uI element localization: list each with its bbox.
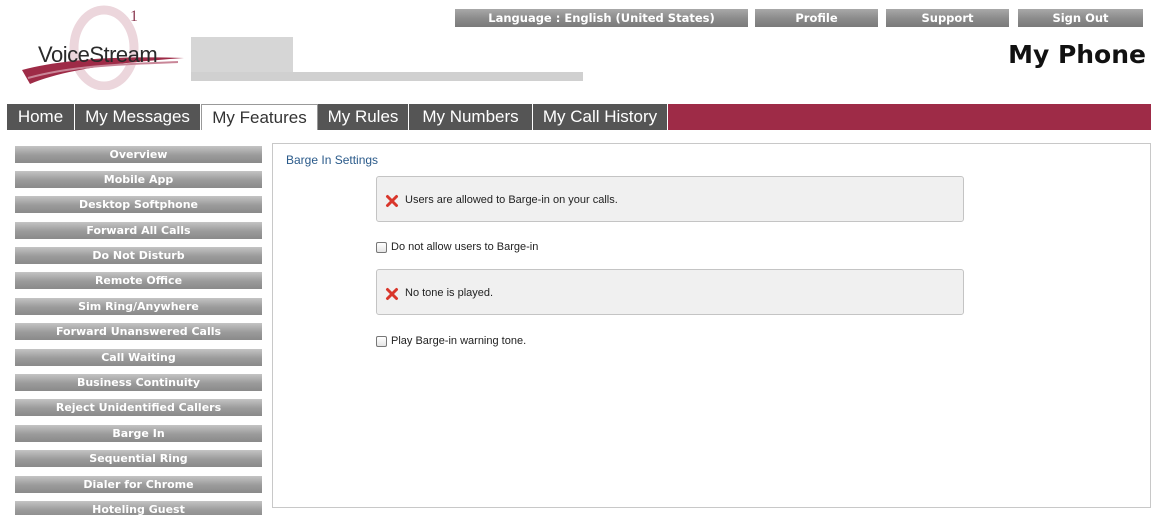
tone-checkbox-label: Play Barge-in warning tone. — [391, 335, 527, 347]
tone-status-text: No tone is played. — [405, 287, 494, 299]
sidebar-item-sequential-ring[interactable]: Sequential Ring — [15, 450, 262, 467]
barge-checkbox-label: Do not allow users to Barge-in — [391, 241, 539, 253]
sidebar-item-call-waiting[interactable]: Call Waiting — [15, 349, 262, 366]
tone-status-box: No tone is played. — [376, 269, 964, 315]
tone-checkbox[interactable] — [376, 336, 387, 347]
logo-superscript: 1 — [130, 8, 138, 25]
barge-status-box: Users are allowed to Barge-in on your ca… — [376, 176, 964, 222]
tab-my-call-history[interactable]: My Call History — [533, 104, 668, 130]
barge-checkbox[interactable] — [376, 242, 387, 253]
sidebar-item-barge-in[interactable]: Barge In — [15, 425, 262, 442]
tab-my-numbers[interactable]: My Numbers — [409, 104, 533, 130]
sidebar-item-dialer-for-chrome[interactable]: Dialer for Chrome — [15, 476, 262, 493]
barge-in-panel: Barge In Settings Users are allowed to B… — [272, 143, 1151, 508]
logo-text: VoiceStream — [38, 42, 158, 67]
tab-my-rules[interactable]: My Rules — [318, 104, 409, 130]
sidebar-item-mobile-app[interactable]: Mobile App — [15, 171, 262, 188]
tab-home[interactable]: Home — [7, 104, 75, 130]
sign-out-button[interactable]: Sign Out — [1018, 9, 1143, 27]
sidebar-item-hoteling-guest[interactable]: Hoteling Guest — [15, 501, 262, 515]
sidebar-item-do-not-disturb[interactable]: Do Not Disturb — [15, 247, 262, 264]
sidebar-item-business-continuity[interactable]: Business Continuity — [15, 374, 262, 391]
sidebar-item-overview[interactable]: Overview — [15, 146, 262, 163]
tab-my-features[interactable]: My Features — [201, 104, 318, 130]
page-title: My Phone — [1008, 40, 1146, 69]
sidebar-item-remote-office[interactable]: Remote Office — [15, 272, 262, 289]
profile-button[interactable]: Profile — [755, 9, 878, 27]
barge-status-text: Users are allowed to Barge-in on your ca… — [405, 194, 618, 206]
panel-title: Barge In Settings — [286, 153, 379, 167]
support-button[interactable]: Support — [886, 9, 1009, 27]
sidebar-item-forward-all-calls[interactable]: Forward All Calls — [15, 222, 262, 239]
x-mark-icon — [386, 288, 398, 300]
logo: 1 VoiceStream — [18, 4, 188, 90]
sidebar-item-forward-unanswered[interactable]: Forward Unanswered Calls — [15, 323, 262, 340]
x-mark-icon — [386, 195, 398, 207]
redacted-account-detail — [191, 72, 583, 81]
sidebar-item-reject-unidentified[interactable]: Reject Unidentified Callers — [15, 399, 262, 416]
sidebar-item-sim-ring[interactable]: Sim Ring/Anywhere — [15, 298, 262, 315]
main-nav: Home My Messages My Features My Rules My… — [7, 104, 1151, 130]
sidebar-item-desktop-softphone[interactable]: Desktop Softphone — [15, 196, 262, 213]
language-button[interactable]: Language : English (United States) — [455, 9, 748, 27]
tab-my-messages[interactable]: My Messages — [75, 104, 201, 130]
